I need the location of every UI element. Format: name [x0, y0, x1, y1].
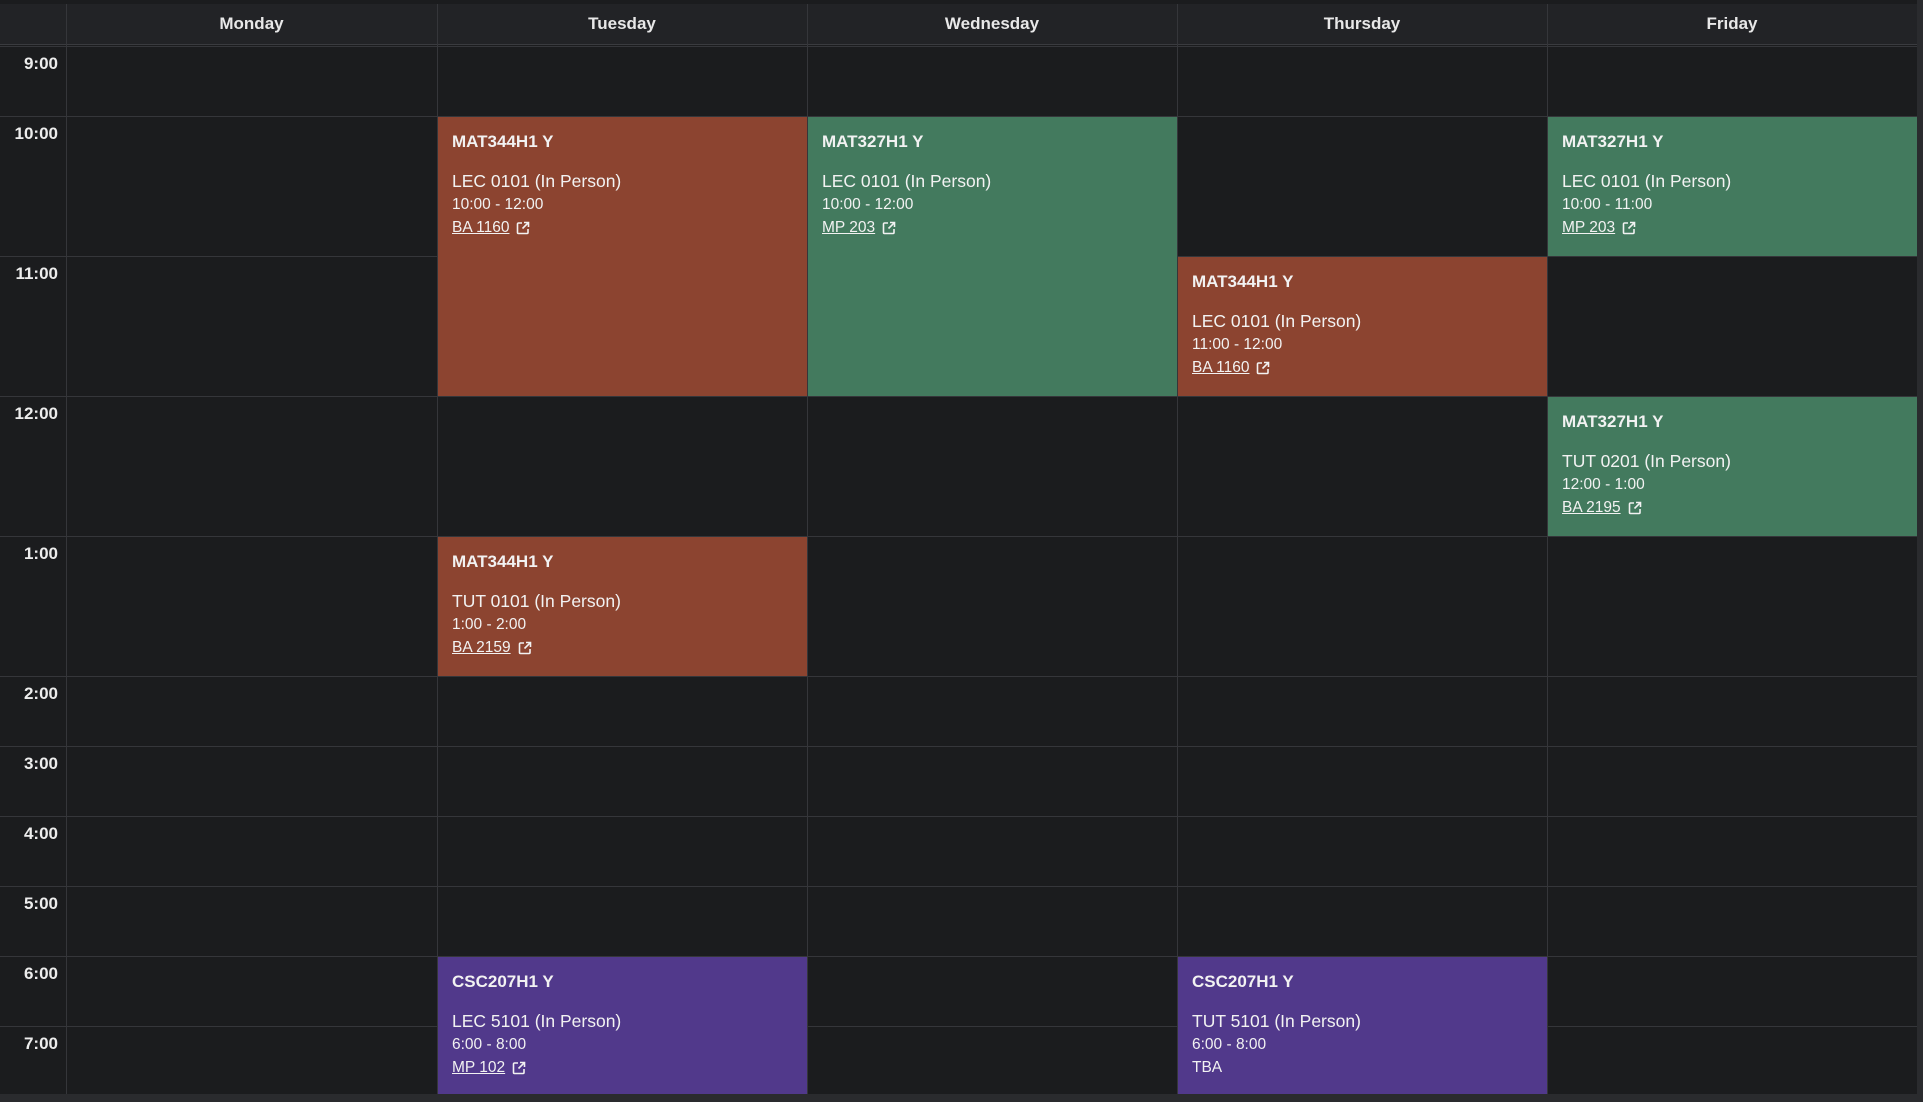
- time-label: 6:00: [23, 964, 58, 983]
- row-divider: [0, 886, 1917, 887]
- time-label: 2:00: [23, 684, 58, 703]
- time-range: 10:00 - 12:00: [452, 196, 544, 213]
- column-divider: [1177, 4, 1178, 1094]
- course-code: MAT327H1 Y: [822, 132, 924, 151]
- event-card-thu-mat344-lec[interactable]: MAT344H1 Y LEC 0101 (In Person) 11:00 - 12…: [1178, 257, 1547, 396]
- course-code: MAT344H1 Y: [1192, 272, 1294, 291]
- room[interactable]: BA 1160: [452, 219, 793, 237]
- time-range: 1:00 - 2:00: [452, 616, 527, 633]
- day-header-friday: Friday: [1706, 14, 1758, 33]
- section-label: LEC 0101 (In Person): [452, 171, 622, 191]
- time-label: 9:00: [23, 54, 58, 73]
- course-code: CSC207H1 Y: [1192, 972, 1294, 991]
- time-label: 7:00: [23, 1034, 58, 1053]
- external-link-icon[interactable]: [512, 1061, 526, 1075]
- external-link-icon[interactable]: [882, 221, 896, 235]
- event-card-thu-csc207-tut[interactable]: CSC207H1 Y TUT 5101 (In Person) 6:00 - 8:0…: [1178, 957, 1547, 1094]
- time-range: 12:00 - 1:00: [1562, 476, 1645, 493]
- time-range: 6:00 - 8:00: [1192, 1036, 1267, 1053]
- external-link-icon[interactable]: [1622, 221, 1636, 235]
- section-label: LEC 0101 (In Person): [822, 171, 992, 191]
- time-label: 11:00: [15, 264, 58, 283]
- time-range: 6:00 - 8:00: [452, 1036, 527, 1053]
- time-range: 10:00 - 11:00: [1562, 196, 1653, 213]
- room[interactable]: MP 102: [452, 1059, 793, 1077]
- event-card-tue-mat344-lec[interactable]: MAT344H1 Y LEC 0101 (In Person) 10:00 - 12…: [438, 117, 807, 396]
- time-label: 4:00: [23, 824, 58, 843]
- course-code: CSC207H1 Y: [452, 972, 554, 991]
- time-range: 10:00 - 12:00: [822, 196, 914, 213]
- bottom-scroll-edge: [0, 1094, 1923, 1102]
- course-code: MAT344H1 Y: [452, 552, 554, 571]
- row-divider: [0, 46, 1917, 47]
- room-link[interactable]: BA 1160: [1192, 359, 1249, 377]
- room-link[interactable]: BA 2159: [452, 639, 511, 657]
- room[interactable]: BA 2159: [452, 639, 793, 657]
- row-divider: [0, 956, 1917, 957]
- row-divider: [0, 746, 1917, 747]
- room[interactable]: BA 2195: [1562, 499, 1903, 517]
- column-divider: [66, 4, 67, 1094]
- external-link-icon[interactable]: [1256, 361, 1270, 375]
- day-header-monday: Monday: [219, 14, 284, 33]
- section-label: TUT 5101 (In Person): [1192, 1011, 1361, 1031]
- row-divider: [0, 1026, 1917, 1027]
- room-link[interactable]: BA 1160: [452, 219, 509, 237]
- event-card-tue-mat344-tut[interactable]: MAT344H1 Y TUT 0101 (In Person) 1:00 - 2:0…: [438, 537, 807, 676]
- event-card-wed-mat327-lec[interactable]: MAT327H1 Y LEC 0101 (In Person) 10:00 - 12…: [808, 117, 1177, 396]
- time-range: 11:00 - 12:00: [1192, 336, 1283, 353]
- section-label: TUT 0101 (In Person): [452, 591, 621, 611]
- room-link[interactable]: MP 203: [822, 219, 875, 237]
- weekly-calendar: 9:00 10:00 11:00 12:00 1:00 2:00 3:00 4:00 5:00 6…: [0, 0, 1923, 1102]
- room-link[interactable]: MP 102: [452, 1059, 505, 1077]
- row-divider: [0, 676, 1917, 677]
- room-text: TBA: [1192, 1059, 1223, 1076]
- day-header-tuesday: Tuesday: [588, 14, 656, 33]
- day-header-wednesday: Wednesday: [944, 14, 1040, 33]
- course-code: MAT327H1 Y: [1562, 132, 1664, 151]
- section-label: LEC 0101 (In Person): [1562, 171, 1732, 191]
- time-label: 12:00: [14, 404, 58, 423]
- section-label: TUT 0201 (In Person): [1562, 451, 1731, 471]
- room-link[interactable]: MP 203: [1562, 219, 1615, 237]
- external-link-icon[interactable]: [516, 221, 530, 235]
- room[interactable]: MP 203: [822, 219, 1163, 237]
- row-divider: [0, 536, 1917, 537]
- external-link-icon[interactable]: [518, 641, 532, 655]
- event-card-fri-mat327-tut[interactable]: MAT327H1 Y TUT 0201 (In Person) 12:00 - 1:…: [1548, 397, 1917, 536]
- event-card-tue-csc207-lec[interactable]: CSC207H1 Y LEC 5101 (In Person) 6:00 - 8:0…: [438, 957, 807, 1094]
- time-label: 5:00: [23, 894, 58, 913]
- section-label: LEC 0101 (In Person): [1192, 311, 1362, 331]
- course-code: MAT344H1 Y: [452, 132, 554, 151]
- section-label: LEC 5101 (In Person): [452, 1011, 622, 1031]
- room[interactable]: MP 203: [1562, 219, 1903, 237]
- right-scroll-edge: [1917, 0, 1923, 1102]
- room-link[interactable]: BA 2195: [1562, 499, 1621, 517]
- day-header-thursday: Thursday: [1323, 14, 1401, 33]
- event-card-fri-mat327-lec[interactable]: MAT327H1 Y LEC 0101 (In Person) 10:00 - 11…: [1548, 117, 1917, 256]
- room: TBA: [1192, 1059, 1533, 1077]
- time-label: 3:00: [23, 754, 58, 773]
- room[interactable]: BA 1160: [1192, 359, 1533, 377]
- external-link-icon[interactable]: [1628, 501, 1642, 515]
- course-code: MAT327H1 Y: [1562, 412, 1664, 431]
- row-divider: [0, 816, 1917, 817]
- time-label: 10:00: [14, 124, 58, 143]
- time-label: 1:00: [23, 544, 58, 563]
